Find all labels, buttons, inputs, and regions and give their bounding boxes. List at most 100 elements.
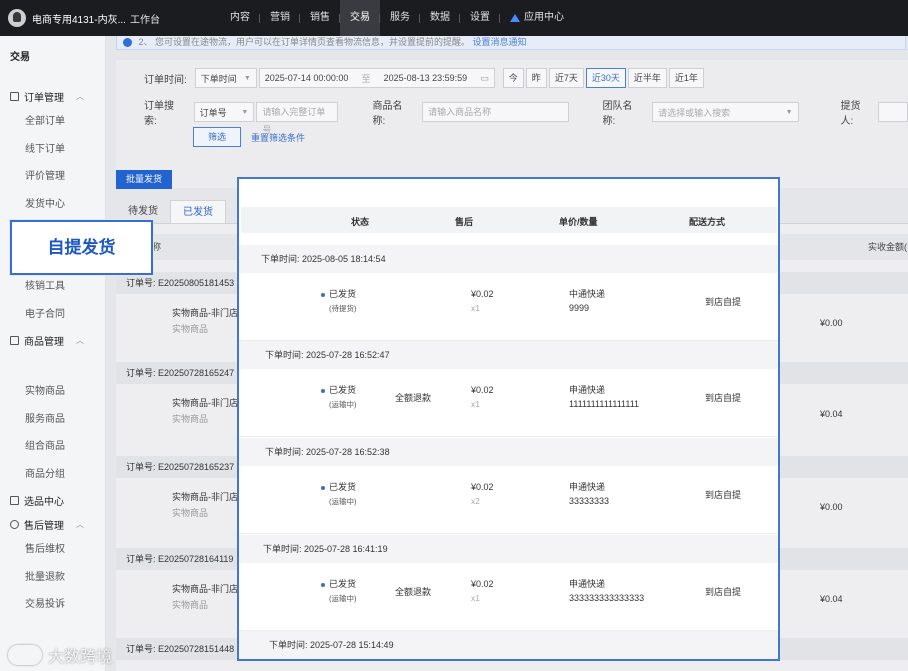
nav-marketing[interactable]: 营销	[260, 0, 300, 36]
time-type-value: 下单时间	[200, 73, 237, 84]
goods-name-input[interactable]: 请输入商品名称	[422, 102, 569, 122]
app-center-label: 应用中心	[524, 12, 564, 23]
goods-type: 实物商品	[172, 508, 209, 518]
quick-7days[interactable]: 近7天	[548, 68, 584, 88]
nav-sales[interactable]: 销售	[300, 0, 340, 36]
shop-switcher[interactable]: 电商专用4131-内灰...	[0, 9, 130, 27]
chevron-down-icon: ▼	[241, 108, 249, 116]
notice-text: 2、 您可设置在途物流，用户可以在订单详情页查看物流信息，并设置提前的提醒。	[138, 37, 471, 47]
quick-yesterday[interactable]: 昨	[525, 68, 547, 88]
sidebar-item-goods-group[interactable]: 商品分组	[0, 461, 105, 489]
goods-name: 实物商品-非门店	[172, 398, 238, 408]
status-dot-icon	[321, 486, 325, 490]
order-amount: ¥0.00	[820, 318, 843, 328]
sidebar-item-offline-orders[interactable]: 线下订单	[0, 136, 105, 164]
team-name-placeholder: 请选择或输入搜索	[658, 107, 731, 118]
panel-table-header: 状态 售后 单价/数量 配送方式	[241, 207, 777, 233]
sidebar-item-rights[interactable]: 售后维权	[0, 536, 105, 564]
sidebar-item-shipping-center[interactable]: 发货中心	[0, 191, 105, 219]
order-time: 下单时间: 2025-08-05 18:14:54	[239, 245, 778, 273]
nav-content[interactable]: 内容	[220, 0, 260, 36]
goods-type: 实物商品	[172, 324, 209, 334]
sidebar-group-aftersale[interactable]: 售后管理 ︿	[0, 512, 105, 536]
aftersale-status: 全额退款	[395, 587, 432, 597]
chevron-up-icon: ︿	[76, 335, 84, 345]
quick-1year[interactable]: 近1年	[668, 68, 704, 88]
sidebar-item-verify-tools[interactable]: 核销工具	[0, 273, 105, 301]
info-icon	[123, 38, 132, 48]
quick-range-group: 今昨近7天 近30天 近半年 近1年	[502, 68, 706, 88]
order-icon	[10, 91, 19, 101]
nav-app-center[interactable]: 应用中心	[500, 0, 574, 36]
notice-link[interactable]: 设置消息通知	[473, 37, 527, 47]
col-status: 状态	[351, 217, 370, 227]
quantity: x1	[471, 593, 480, 603]
shop-avatar-icon	[8, 9, 26, 27]
tracking-number: 333333333333333	[569, 593, 645, 603]
sidebar-group-label: 售后管理	[24, 520, 64, 532]
filter-button[interactable]: 筛选	[193, 127, 242, 147]
courier-name: 申通快递	[569, 385, 606, 395]
goods-name-label: 商品名称:	[372, 101, 403, 127]
order-status: 已发货	[329, 385, 357, 395]
filter-row-search: 订单搜索: 订单号 ▼ 请输入完整订单号 商品名称: 请输入商品名称 团队名称: …	[144, 97, 908, 135]
picker-label: 提货人:	[840, 101, 861, 127]
order-time: 下单时间: 2025-07-28 16:52:38	[239, 438, 778, 466]
sidebar-item-bundle-goods[interactable]: 组合商品	[0, 433, 105, 461]
goods-name: 实物商品-非门店	[172, 308, 238, 318]
sidebar-item-e-contract[interactable]: 电子合同	[0, 301, 105, 329]
sidebar-item-all-orders[interactable]: 全部订单	[0, 108, 105, 136]
filter-row-actions: 筛选 重置筛选条件	[193, 127, 305, 147]
batch-ship-button[interactable]: 批量发货	[116, 170, 172, 189]
quick-today[interactable]: 今	[502, 68, 524, 88]
quick-30days[interactable]: 近30天	[585, 68, 626, 88]
sidebar-item-service-goods[interactable]: 服务商品	[0, 406, 105, 434]
status-dot-icon	[321, 293, 325, 297]
calendar-icon: ▭	[480, 72, 489, 83]
sidebar-item-reviews[interactable]: 评价管理	[0, 163, 105, 191]
sidebar-title: 交易	[10, 52, 30, 63]
reset-filter-link[interactable]: 重置筛选条件	[251, 131, 305, 144]
quick-half-year[interactable]: 近半年	[627, 68, 667, 88]
team-name-label: 团队名称:	[602, 101, 633, 127]
nav-service[interactable]: 服务	[380, 0, 420, 36]
order-substatus: (运输中)	[329, 594, 357, 603]
order-detail: 已发货 (待提货) ¥0.02 x1 中通快递 9999 到店自提	[239, 273, 778, 341]
sidebar-group-goods[interactable]: 商品管理 ︿	[0, 328, 105, 352]
tab-shipped[interactable]: 已发货	[170, 200, 226, 223]
order-status: 已发货	[329, 579, 357, 589]
delivery-method: 到店自提	[705, 297, 742, 307]
quantity: x1	[471, 399, 480, 409]
picker-input[interactable]	[878, 102, 908, 122]
date-start: 2025-07-14 00:00:00	[264, 73, 349, 83]
chevron-up-icon: ︿	[76, 519, 84, 529]
sidebar-item-physical-goods[interactable]: 实物商品	[0, 378, 105, 406]
nav-data[interactable]: 数据	[420, 0, 460, 36]
sidebar-item-complaints[interactable]: 交易投诉	[0, 591, 105, 619]
col-aftersale: 售后	[455, 217, 474, 227]
sidebar-group-order[interactable]: 订单管理 ︿	[0, 84, 105, 108]
sidebar-item-batch-refund[interactable]: 批量退款	[0, 564, 105, 592]
search-type-select[interactable]: 订单号 ▼	[193, 102, 255, 122]
tracking-number: 1111111111111111	[569, 399, 640, 409]
courier-name: 中通快递	[569, 289, 606, 299]
unit-price: ¥0.02	[471, 289, 494, 299]
order-detail: 已发货 (运输中) 全额退款 ¥0.02 x1 申通快递 33333333333…	[239, 563, 778, 631]
date-range-picker[interactable]: 2025-07-14 00:00:00 至 2025-08-13 23:59:5…	[258, 68, 495, 88]
chevron-down-icon: ▼	[243, 74, 251, 82]
goods-icon	[10, 335, 19, 345]
team-name-select[interactable]: 请选择或输入搜索 ▼	[652, 102, 799, 122]
order-number-input[interactable]: 请输入完整订单号	[256, 102, 339, 135]
notice-bar: 2、 您可设置在途物流，用户可以在订单详情页查看物流信息，并设置提前的提醒。 设…	[116, 36, 906, 50]
watermark-text: 大数跨境	[48, 649, 113, 666]
order-amount: ¥0.00	[820, 502, 843, 512]
order-substatus: (运输中)	[329, 497, 357, 506]
order-substatus: (待提货)	[329, 304, 357, 313]
time-type-select[interactable]: 下单时间 ▼	[194, 68, 257, 88]
nav-settings[interactable]: 设置	[460, 0, 500, 36]
sidebar: 交易 订单管理 ︿ 全部订单 线下订单 评价管理 发货中心 核销工具 电子合同 …	[0, 36, 106, 671]
sidebar-group-select[interactable]: 选品中心	[0, 488, 105, 512]
nav-workbench[interactable]: 工作台	[130, 11, 220, 26]
order-status: 已发货	[329, 482, 357, 492]
nav-trade[interactable]: 交易	[340, 0, 380, 36]
